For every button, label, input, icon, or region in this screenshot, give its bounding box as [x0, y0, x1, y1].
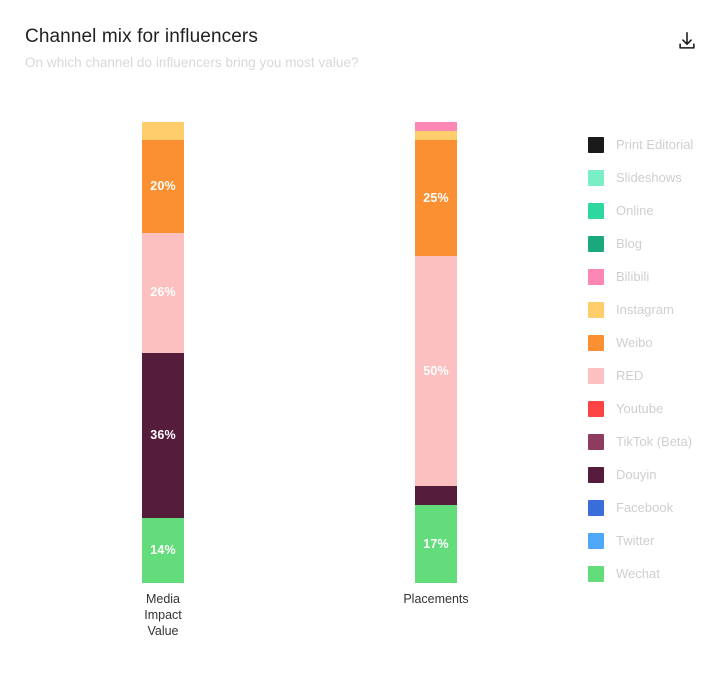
legend-item-facebook[interactable]: Facebook	[588, 491, 728, 524]
bar-segment[interactable]	[415, 131, 457, 141]
legend-item-twitter[interactable]: Twitter	[588, 524, 728, 557]
chart-header: Channel mix for influencers On which cha…	[0, 0, 728, 96]
legend-label: Bilibili	[616, 269, 650, 284]
x-axis-label-1: Placements	[403, 592, 469, 606]
legend-label: Youtube	[616, 401, 664, 416]
bar-segment[interactable]: 50%	[415, 255, 457, 487]
legend-item-print-editorial[interactable]: Print Editorial	[588, 128, 728, 161]
legend-label: Online	[616, 203, 654, 218]
bar-segment-label: 20%	[150, 179, 176, 194]
legend-label: Instagram	[616, 302, 674, 317]
legend-label: Blog	[616, 236, 643, 251]
legend-swatch-icon	[588, 499, 604, 516]
stacked-bar: 25% 50% 17%	[415, 122, 457, 583]
bar-segment[interactable]: 14%	[142, 518, 184, 583]
legend-label: Facebook	[616, 500, 674, 515]
legend-item-douyin[interactable]: Douyin	[588, 458, 728, 491]
legend-item-weibo[interactable]: Weibo	[588, 326, 728, 359]
legend-label: Twitter	[616, 533, 655, 548]
bar-segment[interactable]	[415, 122, 457, 132]
download-button[interactable]	[674, 28, 700, 54]
legend-item-online[interactable]: Online	[588, 194, 728, 227]
legend-label: Wechat	[616, 566, 660, 581]
legend-swatch-icon	[588, 334, 604, 351]
legend-swatch-icon	[588, 202, 604, 219]
legend-item-red[interactable]: RED	[588, 359, 728, 392]
legend-swatch-icon	[588, 235, 604, 252]
legend-item-wechat[interactable]: Wechat	[588, 557, 728, 590]
bar-segment[interactable]: 26%	[142, 232, 184, 353]
bar-segment[interactable]: 36%	[142, 352, 184, 519]
x-axis-label-0: Media Impact Value	[144, 592, 182, 638]
legend-swatch-icon	[588, 367, 604, 384]
legend-swatch-icon	[588, 433, 604, 450]
legend-item-youtube[interactable]: Youtube	[588, 392, 728, 425]
legend-label: Douyin	[616, 467, 657, 482]
legend-label: Weibo	[616, 335, 653, 350]
legend-swatch-icon	[588, 136, 604, 153]
bar-segment-label: 36%	[150, 428, 176, 443]
chart-legend: Print Editorial Slideshows Online Blog Bilib…	[588, 128, 728, 590]
bar-segment-label: 17%	[423, 536, 449, 551]
legend-label: RED	[616, 368, 644, 383]
bar-segment[interactable]: 25%	[415, 140, 457, 256]
chart-plot-area: 20% 26% 36% 14% Media Impact Value 25% 50% 17% …	[0, 96, 576, 676]
download-icon	[676, 30, 698, 52]
legend-item-tiktok-beta[interactable]: TikTok (Beta)	[588, 425, 728, 458]
bar-segment-label: 26%	[150, 285, 176, 300]
bar-segment[interactable]: 17%	[415, 504, 457, 583]
legend-swatch-icon	[588, 268, 604, 285]
legend-label: Slideshows	[616, 170, 682, 185]
stacked-bar: 20% 26% 36% 14%	[142, 122, 184, 583]
bar-segment[interactable]: 20%	[142, 140, 184, 233]
legend-swatch-icon	[588, 400, 604, 417]
legend-label: TikTok (Beta)	[616, 434, 693, 449]
bar-segment[interactable]	[415, 486, 457, 505]
legend-swatch-icon	[588, 532, 604, 549]
legend-item-blog[interactable]: Blog	[588, 227, 728, 260]
bar-segment-label: 25%	[423, 190, 449, 205]
chart-card: Channel mix for influencers On which cha…	[0, 0, 728, 676]
bar-segment-label: 14%	[150, 543, 176, 558]
bar-segment-label: 50%	[423, 363, 449, 378]
legend-swatch-icon	[588, 565, 604, 582]
legend-item-bilibili[interactable]: Bilibili	[588, 260, 728, 293]
bar-segment[interactable]	[142, 122, 184, 141]
legend-swatch-icon	[588, 301, 604, 318]
legend-item-slideshows[interactable]: Slideshows	[588, 161, 728, 194]
legend-swatch-icon	[588, 466, 604, 483]
legend-item-instagram[interactable]: Instagram	[588, 293, 728, 326]
legend-label: Print Editorial	[616, 137, 694, 152]
chart-subtitle: On which channel do influencers bring yo…	[25, 55, 359, 70]
legend-swatch-icon	[588, 169, 604, 186]
page-title: Channel mix for influencers	[25, 26, 258, 47]
